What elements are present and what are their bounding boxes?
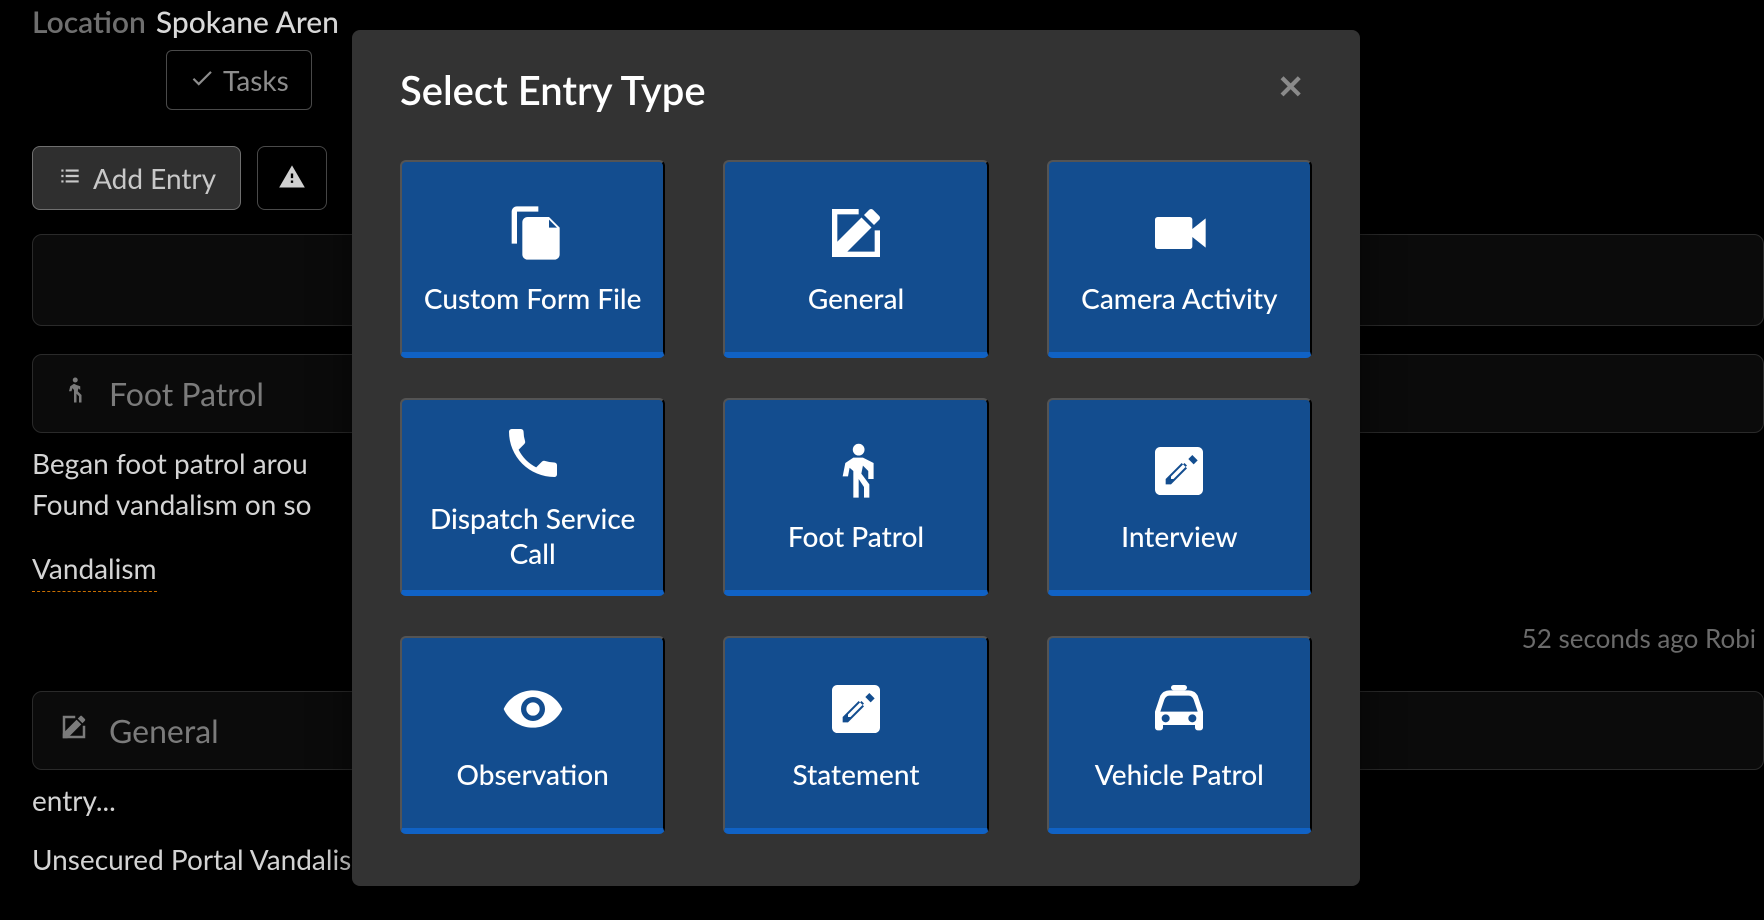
tile-observation[interactable]: Observation (400, 636, 665, 834)
close-icon[interactable]: ✕ (1269, 66, 1312, 106)
tile-label: Statement (792, 757, 919, 791)
pencil-square-icon (824, 201, 888, 271)
car-icon (1147, 677, 1211, 747)
pencil-square-icon (59, 710, 89, 751)
alert-button[interactable] (257, 146, 327, 210)
entry-type-grid: Custom Form File General Camera Activity… (400, 160, 1312, 834)
walking-icon (824, 439, 888, 509)
entry-tag[interactable]: Vandalism (32, 548, 157, 592)
tile-label: Dispatch Service Call (412, 501, 653, 571)
tile-label: Interview (1121, 519, 1237, 553)
tile-label: Observation (457, 757, 609, 791)
add-entry-label: Add Entry (93, 161, 216, 195)
entry-kind: General (109, 711, 219, 750)
tile-label: Camera Activity (1081, 281, 1277, 316)
tile-custom-form-file[interactable]: Custom Form File (400, 160, 665, 358)
check-icon (189, 63, 215, 97)
pencil-box-icon (824, 677, 888, 747)
tile-vehicle-patrol[interactable]: Vehicle Patrol (1047, 636, 1312, 834)
tile-label: Foot Patrol (788, 519, 924, 553)
video-camera-icon (1147, 201, 1211, 271)
tile-foot-patrol[interactable]: Foot Patrol (723, 398, 988, 596)
tile-dispatch-service-call[interactable]: Dispatch Service Call (400, 398, 665, 596)
phone-icon (501, 421, 565, 491)
list-icon (57, 161, 83, 195)
tile-statement[interactable]: Statement (723, 636, 988, 834)
select-entry-type-modal: Select Entry Type ✕ Custom Form File Gen… (352, 30, 1360, 886)
eye-icon (501, 677, 565, 747)
tile-label: General (808, 281, 904, 315)
entry-kind: Foot Patrol (109, 374, 264, 413)
copy-icon (501, 201, 565, 271)
tile-label: Vehicle Patrol (1095, 757, 1264, 791)
warning-icon (278, 163, 306, 194)
location-value: Spokane Aren (156, 4, 339, 40)
tile-camera-activity[interactable]: Camera Activity (1047, 160, 1312, 358)
walking-icon (59, 373, 89, 414)
tile-interview[interactable]: Interview (1047, 398, 1312, 596)
modal-title: Select Entry Type (400, 66, 706, 114)
add-entry-button[interactable]: Add Entry (32, 146, 241, 210)
location-label: Location (32, 4, 146, 40)
tile-general[interactable]: General (723, 160, 988, 358)
tasks-button[interactable]: Tasks (166, 50, 312, 110)
tile-label: Custom Form File (424, 281, 642, 316)
pencil-box-icon (1147, 439, 1211, 509)
tasks-label: Tasks (223, 63, 289, 97)
